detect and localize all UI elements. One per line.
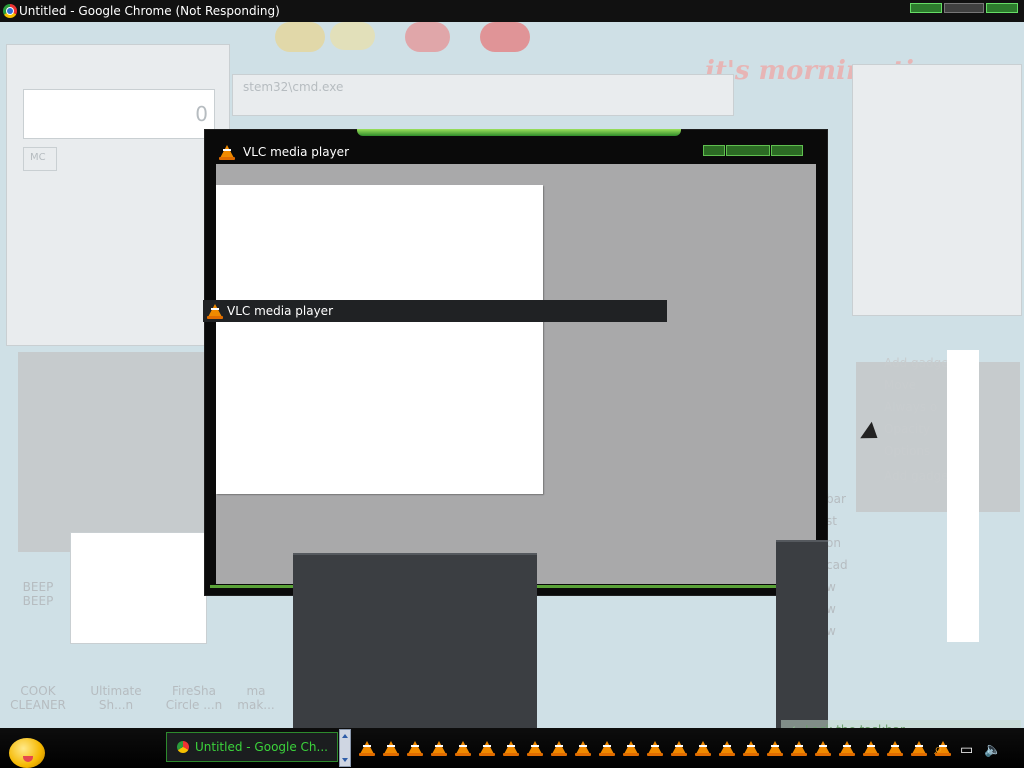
desktop-icon-3 <box>405 22 450 52</box>
desktop-icon-label-beep: BEEP BEEP <box>22 580 54 608</box>
context-menu-move[interactable]: Move <box>884 378 916 392</box>
taskbar-vlc-cone-icon[interactable] <box>719 741 735 756</box>
taskbar-vlc-cone-icon[interactable] <box>479 741 495 756</box>
vlc-taskbar-preview[interactable]: VLC media player <box>203 300 667 322</box>
ghost-panel-left <box>18 352 208 552</box>
desktop-icon-label-cleaner: COOK CLEANER <box>10 684 66 712</box>
taskbar-vlc-cone-icon[interactable] <box>431 741 447 756</box>
vlc-cone-icon <box>219 145 235 160</box>
taskbar-vlc-cone-icon[interactable] <box>911 741 927 756</box>
context-menu-add-gadget[interactable]: Add gadge <box>884 356 949 370</box>
desktop-icon-1 <box>275 22 325 52</box>
calculator-display: 0 <box>23 89 215 139</box>
vlc-close-button[interactable] <box>771 145 803 156</box>
taskbar-vlc-cone-icon[interactable] <box>551 741 567 756</box>
chrome-window-controls <box>910 3 1018 13</box>
close-button[interactable] <box>986 3 1018 13</box>
side-text-1: bar <box>826 492 846 506</box>
context-menu-options[interactable]: Options <box>884 444 930 458</box>
vlc-preview-title: VLC media player <box>227 304 334 318</box>
desktop-icon-label-ma: ma mak... <box>237 684 275 712</box>
scroll-down-icon[interactable] <box>342 758 348 762</box>
ghost-white-left <box>70 532 207 644</box>
ghost-context-bg <box>856 362 1020 512</box>
taskbar-chrome-label: Untitled - Google Ch... <box>195 740 328 754</box>
taskbar-vlc-cone-icon[interactable] <box>767 741 783 756</box>
desktop-icon-label-firesha: FireSha Circle ...n <box>165 684 223 712</box>
search-icon[interactable]: ⌕ <box>934 739 943 759</box>
desktop-icon-4 <box>480 22 530 52</box>
taskbar-vlc-cone-icon[interactable] <box>599 741 615 756</box>
vlc-maximize-button[interactable] <box>726 145 770 156</box>
calculator-display-value: 0 <box>195 102 208 126</box>
taskbar-vlc-cone-icon[interactable] <box>527 741 543 756</box>
taskbar-vlc-cone-icon[interactable] <box>647 741 663 756</box>
taskbar-vlc-cone-icon[interactable] <box>863 741 879 756</box>
taskbar-vlc-cone-icon[interactable] <box>407 741 423 756</box>
maximize-button[interactable] <box>944 3 984 13</box>
context-menu-always-on-top[interactable]: Always o <box>884 400 937 414</box>
console-window: stem32\cmd.exe <box>232 74 734 116</box>
context-menu-panel <box>947 350 979 642</box>
scroll-up-icon[interactable] <box>342 734 348 738</box>
taskbar-scroll-control[interactable] <box>339 729 351 767</box>
desktop-icon-2 <box>330 22 375 50</box>
minimize-button[interactable] <box>910 3 942 13</box>
taskbar-vlc-cone-icon[interactable] <box>623 741 639 756</box>
vlc-white-panel <box>216 185 543 494</box>
taskbar-vlc-cone-icon[interactable] <box>743 741 759 756</box>
taskbar-vlc-cone-icon[interactable] <box>815 741 831 756</box>
dark-thumbnail-panel-right <box>776 540 828 730</box>
dark-thumbnail-panel <box>293 553 537 730</box>
calculator-mc-button[interactable]: MC <box>23 147 57 171</box>
vlc-cone-icon <box>207 304 223 319</box>
calculator-window: 0 MC <box>6 44 230 346</box>
taskbar-vlc-cone-icon[interactable] <box>695 741 711 756</box>
context-menu-opacity[interactable]: Opacity <box>884 422 930 436</box>
taskbar-vlc-cone-icon[interactable] <box>575 741 591 756</box>
side-text-3: on <box>826 536 841 550</box>
taskbar-vlc-cone-icon[interactable] <box>359 741 375 756</box>
vlc-window-glow <box>357 129 681 136</box>
taskbar-vlc-cone-icon[interactable] <box>503 741 519 756</box>
taskbar-chrome-button[interactable]: Untitled - Google Ch... <box>166 732 338 762</box>
ghost-right-window <box>852 64 1022 316</box>
chrome-titlebar[interactable]: Untitled - Google Chrome (Not Responding… <box>0 0 1024 22</box>
side-text-4: cad <box>826 558 848 572</box>
console-path: stem32\cmd.exe <box>243 80 344 94</box>
taskbar-vlc-cone-icon[interactable] <box>455 741 471 756</box>
chrome-window-title: Untitled - Google Chrome (Not Responding… <box>19 4 280 18</box>
taskbar-vlc-cone-icon[interactable] <box>887 741 903 756</box>
start-button[interactable] <box>9 738 45 768</box>
calculator-mc-label: MC <box>30 152 46 163</box>
desktop-icon-label-ultimate: Ultimate Sh...n <box>90 684 142 712</box>
vlc-window-title: VLC media player <box>243 145 350 159</box>
taskbar-vlc-cone-icon[interactable] <box>383 741 399 756</box>
chrome-icon <box>3 4 17 18</box>
vlc-minimize-button[interactable] <box>703 145 725 156</box>
network-icon[interactable]: ▭ <box>960 742 973 758</box>
volume-icon[interactable]: 🔈 <box>984 742 1001 758</box>
chrome-icon <box>177 741 189 753</box>
taskbar-vlc-cone-icon[interactable] <box>791 741 807 756</box>
taskbar-vlc-cone-icon[interactable] <box>839 741 855 756</box>
taskbar-vlc-cone-icon[interactable] <box>671 741 687 756</box>
vlc-window-controls <box>703 145 803 156</box>
context-menu-add-gadget-2[interactable]: Add gadge <box>884 469 949 483</box>
